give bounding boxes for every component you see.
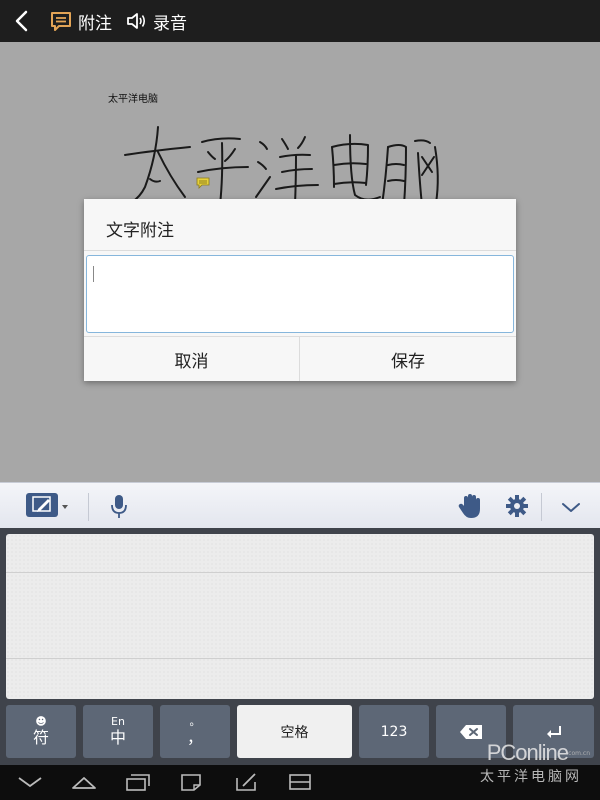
text-caret bbox=[93, 266, 94, 282]
handwriting-mode-button[interactable] bbox=[26, 493, 58, 517]
language-switch-key[interactable]: En 中 bbox=[83, 705, 153, 758]
canvas-text: 太平洋电脑 bbox=[108, 94, 158, 105]
divider bbox=[88, 493, 89, 521]
number-key[interactable]: 123 bbox=[359, 705, 429, 758]
top-bar: 附注 录音 bbox=[0, 0, 600, 42]
menu-icon[interactable] bbox=[286, 772, 314, 792]
record-label: 录音 bbox=[153, 13, 187, 34]
lang-key-label: 中 bbox=[109, 728, 126, 747]
divider bbox=[541, 493, 542, 521]
lang-key-top: En bbox=[111, 715, 125, 728]
watermark-brand: PConline bbox=[486, 740, 569, 765]
watermark-chinese: 太平洋电脑网 bbox=[480, 769, 582, 785]
symbol-key-label: 符 bbox=[32, 728, 49, 747]
collapse-keyboard-icon[interactable] bbox=[557, 492, 585, 520]
dialog-title: 文字附注 bbox=[106, 221, 174, 241]
handwriting-pad-frame bbox=[0, 528, 600, 703]
speaker-icon bbox=[127, 13, 146, 29]
hand-icon[interactable] bbox=[455, 492, 483, 520]
guide-line bbox=[6, 572, 594, 573]
smiley-icon: ☻ bbox=[35, 715, 47, 728]
record-button[interactable]: 录音 bbox=[125, 9, 187, 34]
gear-icon[interactable] bbox=[503, 492, 531, 520]
recent-apps-icon[interactable] bbox=[123, 772, 151, 792]
note-button[interactable]: 附注 bbox=[50, 9, 112, 34]
ime-toolbar bbox=[0, 482, 600, 528]
back-icon[interactable] bbox=[10, 8, 36, 34]
note-page-icon[interactable] bbox=[177, 772, 205, 792]
punct-key-label: ， bbox=[186, 728, 203, 747]
note-icon bbox=[51, 12, 71, 31]
note-marker-icon[interactable] bbox=[196, 174, 210, 189]
note-label: 附注 bbox=[78, 13, 112, 34]
note-text-input[interactable] bbox=[86, 255, 514, 333]
watermark-logo: PConline com.cn 太平洋电脑网 bbox=[480, 736, 590, 796]
text-note-dialog: 文字附注 取消 保存 bbox=[84, 199, 516, 381]
divider bbox=[84, 250, 516, 251]
home-icon[interactable] bbox=[70, 772, 98, 792]
punctuation-key[interactable]: 。 ， bbox=[160, 705, 230, 758]
cancel-button[interactable]: 取消 bbox=[84, 337, 300, 381]
pen-icon bbox=[32, 496, 51, 512]
punct-key-top: 。 bbox=[189, 715, 201, 728]
space-key[interactable]: 空格 bbox=[237, 705, 352, 758]
mode-dropdown-icon[interactable] bbox=[62, 505, 68, 509]
save-button[interactable]: 保存 bbox=[300, 337, 516, 381]
handwriting-pad[interactable] bbox=[6, 534, 594, 699]
symbol-key[interactable]: ☻ 符 bbox=[6, 705, 76, 758]
microphone-icon[interactable] bbox=[105, 492, 133, 520]
watermark-domain: com.cn bbox=[568, 750, 590, 757]
hide-keyboard-icon[interactable] bbox=[16, 772, 44, 792]
edit-note-icon[interactable] bbox=[233, 772, 261, 792]
handwriting-strokes bbox=[124, 126, 439, 206]
guide-line bbox=[6, 658, 594, 659]
